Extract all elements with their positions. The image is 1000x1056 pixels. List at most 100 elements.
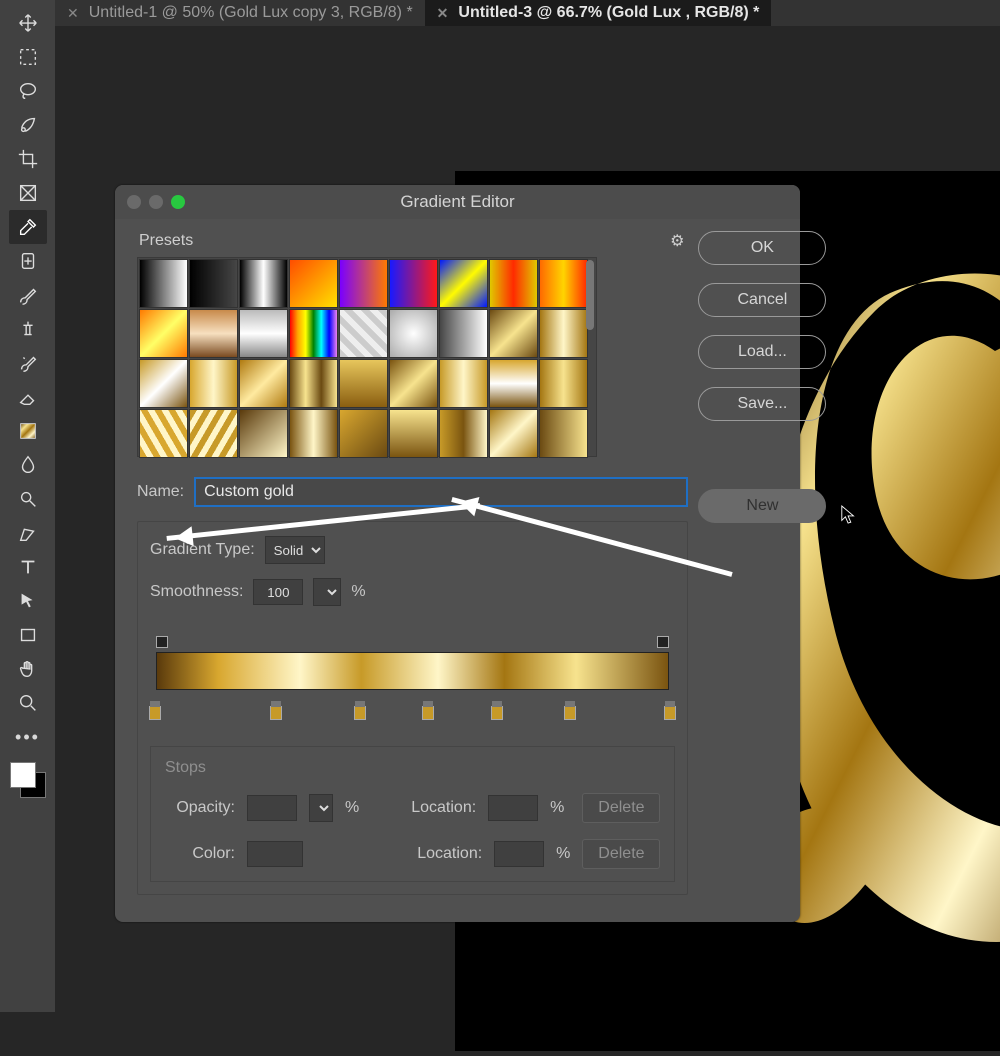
preset-swatch[interactable] <box>289 259 338 308</box>
new-button[interactable]: New <box>698 489 826 523</box>
preset-swatch[interactable] <box>239 359 288 408</box>
brush-tool-icon[interactable] <box>9 278 47 312</box>
dodge-tool-icon[interactable] <box>9 482 47 516</box>
preset-swatch[interactable] <box>239 259 288 308</box>
preset-swatch[interactable] <box>289 409 338 458</box>
dialog-titlebar[interactable]: Gradient Editor <box>115 185 800 219</box>
percent-label: % <box>556 845 570 863</box>
history-brush-tool-icon[interactable] <box>9 346 47 380</box>
preset-swatch[interactable] <box>139 409 188 458</box>
color-location-input[interactable] <box>494 841 544 867</box>
color-stop[interactable] <box>491 706 503 720</box>
gear-icon[interactable]: ⚙︎ <box>670 231 684 251</box>
load-button[interactable]: Load... <box>698 335 826 369</box>
preset-swatch[interactable] <box>439 309 488 358</box>
preset-swatch[interactable] <box>139 309 188 358</box>
preset-swatch[interactable] <box>539 409 588 458</box>
preset-swatch[interactable] <box>539 259 588 308</box>
preset-swatch[interactable] <box>489 359 538 408</box>
preset-swatch[interactable] <box>489 409 538 458</box>
edit-toolbar-icon[interactable]: ••• <box>9 720 47 754</box>
marquee-tool-icon[interactable] <box>9 40 47 74</box>
close-window-icon[interactable] <box>127 195 141 209</box>
preset-swatch[interactable] <box>489 309 538 358</box>
foreground-color-swatch[interactable] <box>10 762 36 788</box>
preset-swatch[interactable] <box>489 259 538 308</box>
opacity-stop[interactable] <box>156 636 168 648</box>
pen-tool-icon[interactable] <box>9 516 47 550</box>
delete-color-stop-button[interactable]: Delete <box>582 839 660 869</box>
color-stop[interactable] <box>149 706 161 720</box>
preset-swatch[interactable] <box>439 359 488 408</box>
preset-swatch[interactable] <box>389 409 438 458</box>
crop-tool-icon[interactable] <box>9 142 47 176</box>
color-stop[interactable] <box>422 706 434 720</box>
percent-label: % <box>351 583 365 601</box>
preset-swatch[interactable] <box>389 359 438 408</box>
color-swatch-input[interactable] <box>247 841 303 867</box>
smoothness-input[interactable] <box>253 579 303 605</box>
color-swatches[interactable] <box>8 760 48 800</box>
path-select-tool-icon[interactable] <box>9 584 47 618</box>
preset-swatch[interactable] <box>139 259 188 308</box>
preset-swatch[interactable] <box>389 259 438 308</box>
preset-swatch[interactable] <box>239 309 288 358</box>
gradient-type-select[interactable]: Solid <box>265 536 325 564</box>
smoothness-dropdown[interactable] <box>313 578 341 606</box>
healing-brush-tool-icon[interactable] <box>9 244 47 278</box>
close-icon[interactable]: ✕ <box>437 5 449 22</box>
preset-swatch[interactable] <box>439 409 488 458</box>
preset-swatch[interactable] <box>339 359 388 408</box>
zoom-window-icon[interactable] <box>171 195 185 209</box>
scrollbar[interactable] <box>586 260 594 330</box>
gradient-preview[interactable] <box>156 652 669 690</box>
preset-swatch[interactable] <box>539 309 588 358</box>
preset-swatch[interactable] <box>539 359 588 408</box>
blur-tool-icon[interactable] <box>9 448 47 482</box>
document-tab[interactable]: ✕ Untitled-1 @ 50% (Gold Lux copy 3, RGB… <box>55 0 425 26</box>
cancel-button[interactable]: Cancel <box>698 283 826 317</box>
opacity-location-input[interactable] <box>488 795 538 821</box>
document-tab[interactable]: ✕ Untitled-3 @ 66.7% (Gold Lux , RGB/8) … <box>425 0 772 26</box>
ok-button[interactable]: OK <box>698 231 826 265</box>
preset-swatch[interactable] <box>289 309 338 358</box>
delete-opacity-stop-button[interactable]: Delete <box>582 793 660 823</box>
preset-swatch[interactable] <box>239 409 288 458</box>
type-tool-icon[interactable] <box>9 550 47 584</box>
gradient-name-input[interactable] <box>194 477 688 507</box>
save-button[interactable]: Save... <box>698 387 826 421</box>
eyedropper-tool-icon[interactable] <box>9 210 47 244</box>
preset-swatch[interactable] <box>189 259 238 308</box>
close-icon[interactable]: ✕ <box>67 5 79 22</box>
minimize-window-icon[interactable] <box>149 195 163 209</box>
color-stop[interactable] <box>270 706 282 720</box>
preset-swatch[interactable] <box>189 409 238 458</box>
zoom-tool-icon[interactable] <box>9 686 47 720</box>
preset-swatch[interactable] <box>339 409 388 458</box>
frame-tool-icon[interactable] <box>9 176 47 210</box>
preset-swatch[interactable] <box>189 359 238 408</box>
hand-tool-icon[interactable] <box>9 652 47 686</box>
opacity-dropdown[interactable] <box>309 794 333 822</box>
clone-stamp-tool-icon[interactable] <box>9 312 47 346</box>
opacity-input[interactable] <box>247 795 297 821</box>
preset-swatch[interactable] <box>339 259 388 308</box>
preset-swatch[interactable] <box>139 359 188 408</box>
quick-select-tool-icon[interactable] <box>9 108 47 142</box>
opacity-stop[interactable] <box>657 636 669 648</box>
preset-swatch[interactable] <box>439 259 488 308</box>
color-stop[interactable] <box>664 706 676 720</box>
move-tool-icon[interactable] <box>9 6 47 40</box>
preset-swatch[interactable] <box>339 309 388 358</box>
color-stop[interactable] <box>564 706 576 720</box>
document-tab-bar: ✕ Untitled-1 @ 50% (Gold Lux copy 3, RGB… <box>55 0 1000 26</box>
preset-swatch[interactable] <box>289 359 338 408</box>
gradient-bar[interactable] <box>150 624 675 724</box>
rectangle-tool-icon[interactable] <box>9 618 47 652</box>
preset-swatch[interactable] <box>389 309 438 358</box>
preset-swatch[interactable] <box>189 309 238 358</box>
eraser-tool-icon[interactable] <box>9 380 47 414</box>
color-stop[interactable] <box>354 706 366 720</box>
gradient-tool-icon[interactable] <box>9 414 47 448</box>
lasso-tool-icon[interactable] <box>9 74 47 108</box>
